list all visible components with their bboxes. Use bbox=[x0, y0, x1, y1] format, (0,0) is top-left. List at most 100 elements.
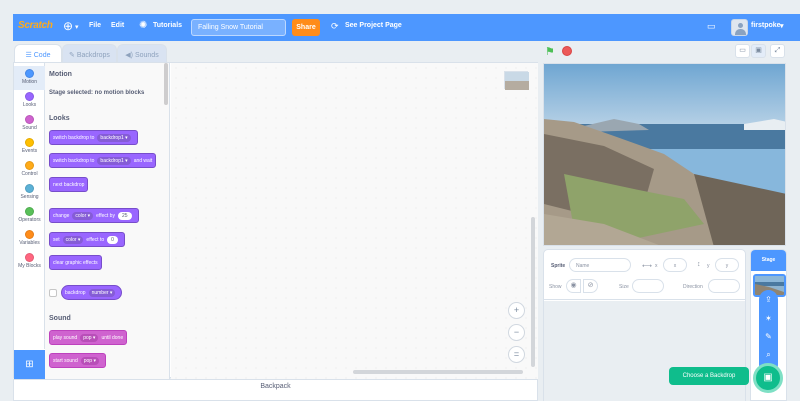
stage-canvas[interactable] bbox=[543, 63, 786, 246]
sprite-name-input[interactable]: Name bbox=[569, 258, 631, 272]
sensing-dot-icon bbox=[25, 184, 34, 193]
play-sound-until-done-block[interactable]: play sound pop ▾ until done bbox=[49, 330, 128, 345]
add-extension-button[interactable]: ⊞ bbox=[14, 350, 45, 379]
remix-arrows-icon[interactable]: ⟳ bbox=[331, 21, 339, 32]
motion-dot-icon bbox=[25, 69, 34, 78]
tab-backdrops[interactable]: ✎ Backdrops bbox=[62, 44, 117, 63]
stop-icon[interactable] bbox=[562, 46, 572, 56]
horizontal-scrollbar[interactable] bbox=[353, 370, 523, 374]
category-sound[interactable]: Sound bbox=[14, 113, 45, 136]
dropdown-value: pop bbox=[83, 357, 93, 364]
category-menu: Motion Looks Sound Events Control Sensin… bbox=[14, 63, 45, 349]
block-text: change bbox=[53, 212, 70, 219]
username-label[interactable]: firstpoke bbox=[751, 22, 781, 29]
block-text: effect by bbox=[96, 212, 115, 219]
block-text: backdrop bbox=[65, 289, 86, 296]
size-label: Size bbox=[619, 284, 629, 290]
category-looks[interactable]: Looks bbox=[14, 90, 45, 113]
large-stage-button[interactable]: ▣ bbox=[751, 44, 766, 58]
backdrop-reporter-checkbox[interactable] bbox=[49, 289, 57, 297]
category-label: Sound bbox=[22, 125, 37, 131]
hide-sprite-eye-icon[interactable]: ⊘ bbox=[583, 279, 598, 293]
category-label: Operators bbox=[18, 217, 41, 223]
clear-graphic-effects-block[interactable]: clear graphic effects bbox=[49, 255, 102, 270]
effect-by-input[interactable]: 25 bbox=[117, 211, 132, 220]
block-text: start sound bbox=[53, 357, 78, 364]
see-project-page-link[interactable]: See Project Page bbox=[345, 22, 402, 29]
my-blocks-dot-icon bbox=[25, 253, 34, 262]
project-title-input[interactable]: Falling Snow Tutorial bbox=[191, 19, 286, 36]
search-icon[interactable]: ⌕ bbox=[759, 350, 778, 360]
category-my-blocks[interactable]: My Blocks bbox=[14, 251, 45, 274]
account-chevron-icon[interactable]: ▾ bbox=[780, 22, 784, 30]
category-control[interactable]: Control bbox=[14, 159, 45, 182]
y-input[interactable]: y bbox=[715, 258, 739, 272]
x-input[interactable]: x bbox=[663, 258, 687, 272]
sound-dropdown[interactable]: pop ▾ bbox=[80, 333, 99, 342]
tutorials-menu[interactable]: Tutorials bbox=[153, 22, 182, 29]
set-effect-block[interactable]: set color ▾ effect to 0 bbox=[49, 232, 125, 247]
category-events[interactable]: Events bbox=[14, 136, 45, 159]
backdrop-dropdown[interactable]: backdrop1 ▾ bbox=[97, 133, 131, 142]
backdrop-property-dropdown[interactable]: number ▾ bbox=[88, 288, 116, 297]
direction-input[interactable] bbox=[708, 279, 740, 293]
switch-backdrop-and-wait-block[interactable]: switch backdrop to backdrop1 ▾ and wait bbox=[49, 153, 157, 168]
scratch-logo[interactable]: Scratch bbox=[18, 20, 53, 31]
green-flag-icon[interactable]: ⚑ bbox=[545, 45, 555, 58]
zoom-reset-button[interactable]: = bbox=[508, 346, 525, 363]
effect-dropdown[interactable]: color ▾ bbox=[62, 235, 84, 244]
small-stage-button[interactable]: ▭ bbox=[735, 44, 750, 58]
backdrop-action-menu: ⇪ ✶ ✎ ⌕ bbox=[759, 290, 778, 374]
effect-dropdown[interactable]: color ▾ bbox=[72, 211, 94, 220]
paint-brush-icon[interactable]: ✎ bbox=[759, 332, 778, 341]
size-input[interactable] bbox=[632, 279, 664, 293]
surprise-icon[interactable]: ✶ bbox=[759, 314, 778, 323]
dropdown-value: number bbox=[91, 289, 109, 296]
tab-code-label: Code bbox=[33, 52, 51, 59]
backpack[interactable]: Backpack bbox=[13, 379, 538, 401]
file-menu[interactable]: File bbox=[89, 22, 101, 29]
backdrop-number-reporter[interactable]: backdrop number ▾ bbox=[61, 285, 123, 300]
category-operators[interactable]: Operators bbox=[14, 205, 45, 228]
show-sprite-eye-icon[interactable]: ◉ bbox=[566, 279, 581, 293]
folder-icon[interactable]: ▭ bbox=[707, 21, 716, 32]
tab-sounds[interactable]: ◀) Sounds bbox=[117, 44, 167, 63]
lightbulb-icon[interactable]: ✺ bbox=[139, 20, 147, 31]
sprite-info: Sprite Name ⟷ x x ↕ y y Show ◉ ⊘ Size Di… bbox=[544, 250, 745, 300]
chevron-down-icon[interactable]: ▾ bbox=[75, 23, 79, 31]
script-area[interactable]: + − = bbox=[171, 63, 538, 379]
switch-backdrop-block[interactable]: switch backdrop to backdrop1 ▾ bbox=[49, 130, 138, 145]
palette-scrollbar[interactable] bbox=[164, 63, 168, 105]
change-effect-block[interactable]: change color ▾ effect by 25 bbox=[49, 208, 139, 223]
choose-backdrop-button[interactable]: ▣ bbox=[753, 363, 783, 393]
next-backdrop-block[interactable]: next backdrop bbox=[49, 177, 89, 192]
category-variables[interactable]: Variables bbox=[14, 228, 45, 251]
fullscreen-button[interactable]: ⤢ bbox=[770, 44, 785, 58]
upload-icon[interactable]: ⇪ bbox=[759, 295, 778, 304]
category-sensing[interactable]: Sensing bbox=[14, 182, 45, 205]
add-extension-icon: ⊞ bbox=[25, 359, 34, 370]
block-text: set bbox=[53, 236, 60, 243]
vertical-scrollbar[interactable] bbox=[531, 217, 535, 367]
zoom-out-button[interactable]: − bbox=[508, 324, 525, 341]
zoom-in-button[interactable]: + bbox=[508, 302, 525, 319]
category-label: Variables bbox=[19, 240, 40, 246]
backdrop-dropdown[interactable]: backdrop1 ▾ bbox=[97, 156, 131, 165]
avatar[interactable] bbox=[731, 19, 748, 36]
small-stage-icon: ▭ bbox=[739, 47, 746, 54]
looks-dot-icon bbox=[25, 92, 34, 101]
tab-code[interactable]: ☰ Code bbox=[14, 44, 62, 63]
category-motion[interactable]: Motion bbox=[14, 66, 45, 90]
globe-icon[interactable]: ⊕ bbox=[63, 19, 73, 33]
y-label: y bbox=[707, 263, 710, 269]
sound-dropdown[interactable]: pop ▾ bbox=[80, 356, 99, 365]
start-sound-block[interactable]: start sound pop ▾ bbox=[49, 353, 106, 368]
edit-menu[interactable]: Edit bbox=[111, 22, 124, 29]
category-label: Control bbox=[21, 171, 38, 177]
x-label: x bbox=[655, 263, 658, 269]
category-label: My Blocks bbox=[18, 263, 41, 269]
share-button[interactable]: Share bbox=[292, 19, 320, 36]
fullscreen-icon: ⤢ bbox=[774, 47, 781, 54]
effect-to-input[interactable]: 0 bbox=[107, 235, 118, 244]
category-label: Motion bbox=[21, 79, 37, 85]
